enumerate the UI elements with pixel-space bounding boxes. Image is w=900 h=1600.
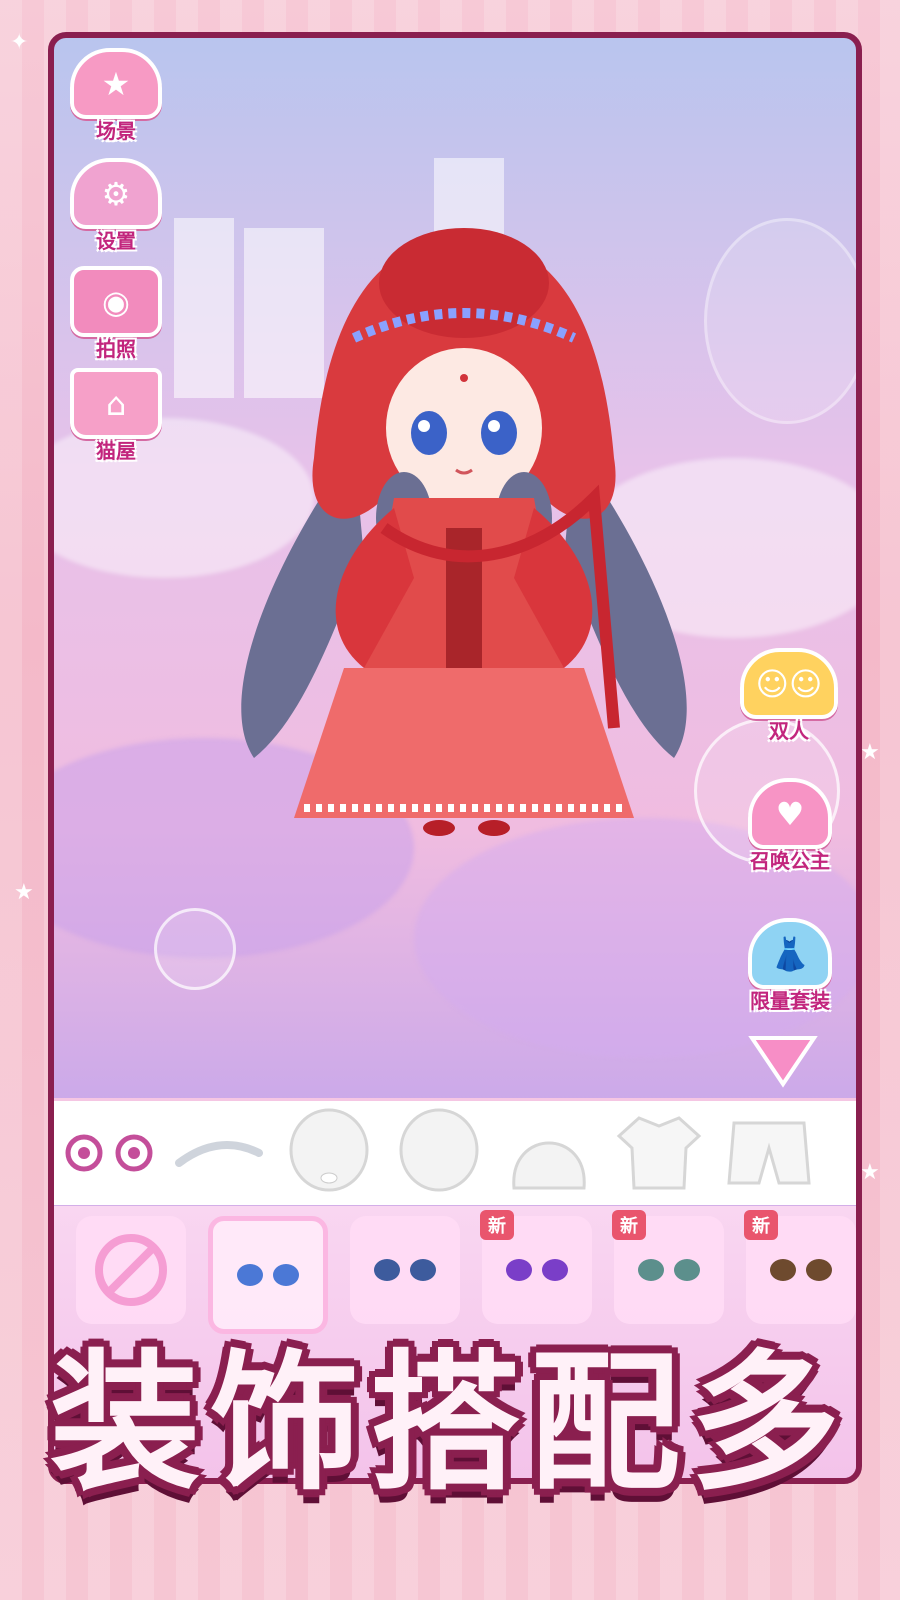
camera-button[interactable]: ◉ 拍照 [68,266,164,362]
face-shape-tab[interactable] [384,1107,494,1199]
duo-label: 双人 [769,719,809,743]
eyebrow-icon [175,1141,263,1167]
eyes-tab[interactable] [54,1107,164,1199]
cat-house-label: 猫屋 [96,439,136,463]
eye-swatch [638,1259,664,1281]
character-doll[interactable] [214,198,714,848]
scene-button[interactable]: ★ 场景 [68,48,164,144]
new-badge: 新 [744,1210,778,1240]
duo-button[interactable]: ☺☺ 双人 [734,648,844,744]
eye-swatch [770,1259,796,1281]
face-icon [289,1108,369,1192]
bottom-tab[interactable] [714,1107,824,1199]
sparkle-icon: ★ [860,1160,880,1185]
summon-princess-button[interactable]: ♥ 召唤公主 [730,778,850,874]
eye-swatch [273,1264,299,1286]
bubble [704,218,856,424]
new-badge: 新 [480,1210,514,1240]
eyes-icon [65,1134,153,1172]
sparkle-icon: ✦ [10,30,29,55]
summon-princess-label: 召唤公主 [750,849,830,873]
no-entry-icon [95,1234,167,1306]
eye-swatch [674,1259,700,1281]
sparkle-icon: ★ [860,740,880,765]
promo-banner: 装饰搭配多 [0,1310,900,1511]
two-girls-icon: ☺☺ [740,648,838,719]
collapse-button[interactable] [748,1034,818,1092]
heart-summon-icon: ♥ [748,778,832,849]
dress-icon: 👗 [748,918,832,989]
gear-icon: ⚙ [70,158,162,229]
hair-tab[interactable] [494,1107,604,1199]
eye-swatch [237,1264,263,1286]
promo-title: 装饰搭配多 [49,1336,850,1511]
limited-outfit-button[interactable]: 👗 限量套装 [730,918,850,1014]
eye-swatch [374,1259,400,1281]
character-illustration [241,228,687,836]
bubble [154,908,236,990]
face-alt-icon [399,1108,479,1192]
limited-outfit-label: 限量套装 [750,989,830,1013]
sparkle-icon: ★ [14,880,34,905]
eye-swatch [410,1259,436,1281]
eyebrow-tab[interactable] [164,1107,274,1199]
eye-swatch [542,1259,568,1281]
new-badge: 新 [612,1210,646,1240]
cat-house-button[interactable]: ⌂ 猫屋 [68,368,164,464]
cat-house-icon: ⌂ [70,368,162,439]
eye-swatch [806,1259,832,1281]
settings-label: 设置 [96,229,136,253]
shirt-icon [616,1116,702,1190]
settings-button[interactable]: ⚙ 设置 [68,158,164,254]
camera-label: 拍照 [96,337,136,361]
camera-icon: ◉ [70,266,162,337]
eye-swatch [506,1259,532,1281]
game-screen: ★ 场景 ⚙ 设置 ◉ 拍照 ⌂ 猫屋 ☺☺ 双人 ♥ 召唤公主 👗 限量套装 … [48,32,862,1484]
down-triangle-icon [748,1036,818,1088]
star-scene-icon: ★ [70,48,162,119]
face-tab[interactable] [274,1107,384,1199]
pants-icon [727,1121,811,1185]
hair-icon [512,1141,586,1190]
top-tab[interactable] [604,1107,714,1199]
scene-label: 场景 [96,119,136,143]
part-category-strip [54,1098,856,1205]
